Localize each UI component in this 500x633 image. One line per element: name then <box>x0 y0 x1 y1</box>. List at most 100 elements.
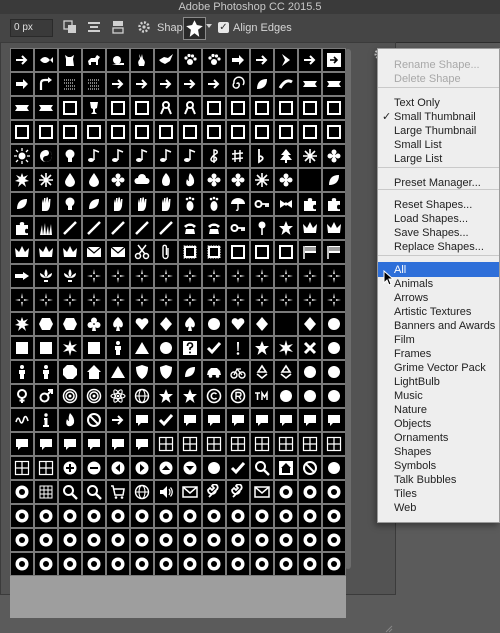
shape-thumbnail[interactable] <box>178 384 202 408</box>
shape-thumbnail[interactable] <box>106 504 130 528</box>
shape-thumbnail[interactable] <box>178 120 202 144</box>
shape-thumbnail[interactable] <box>106 384 130 408</box>
shape-thumbnail[interactable] <box>82 72 106 96</box>
shape-thumbnail[interactable] <box>82 528 106 552</box>
shape-thumbnail[interactable] <box>250 192 274 216</box>
shape-thumbnail[interactable] <box>178 264 202 288</box>
shape-thumbnail[interactable] <box>10 96 34 120</box>
shape-thumbnail[interactable] <box>58 408 82 432</box>
shape-thumbnail[interactable] <box>58 72 82 96</box>
shape-thumbnail[interactable] <box>34 216 58 240</box>
shape-thumbnail[interactable] <box>250 432 274 456</box>
shape-picker-button[interactable] <box>183 17 206 40</box>
shape-thumbnail[interactable] <box>226 240 250 264</box>
shape-thumbnail[interactable] <box>274 456 298 480</box>
menu-item-save-shapes[interactable]: Save Shapes... <box>394 226 469 240</box>
shape-thumbnail[interactable] <box>82 120 106 144</box>
shape-thumbnail[interactable] <box>154 504 178 528</box>
shape-thumbnail[interactable] <box>58 312 82 336</box>
menu-item-grime-vector-pack[interactable]: Grime Vector Pack <box>394 361 486 375</box>
shape-thumbnail[interactable] <box>10 144 34 168</box>
shape-thumbnail[interactable] <box>322 480 346 504</box>
shape-thumbnail[interactable] <box>178 168 202 192</box>
shape-thumbnail[interactable] <box>34 144 58 168</box>
shape-thumbnail[interactable] <box>226 192 250 216</box>
shape-thumbnail[interactable] <box>106 480 130 504</box>
shape-thumbnail[interactable] <box>298 528 322 552</box>
shape-thumbnail[interactable] <box>226 168 250 192</box>
shape-thumbnail[interactable] <box>178 456 202 480</box>
shape-thumbnail[interactable] <box>154 240 178 264</box>
menu-item-banners-and-awards[interactable]: Banners and Awards <box>394 319 495 333</box>
shape-thumbnail[interactable] <box>322 168 346 192</box>
shape-thumbnail[interactable] <box>274 312 298 336</box>
shape-thumbnail[interactable] <box>298 480 322 504</box>
shape-thumbnail[interactable] <box>322 312 346 336</box>
shape-thumbnail[interactable] <box>10 528 34 552</box>
shape-thumbnail[interactable] <box>154 528 178 552</box>
radius-field[interactable]: 0 px <box>10 19 53 37</box>
shape-thumbnail[interactable] <box>178 360 202 384</box>
shape-thumbnail[interactable] <box>34 240 58 264</box>
shape-thumbnail[interactable] <box>202 216 226 240</box>
path-align-icon[interactable] <box>86 19 102 35</box>
shape-thumbnail[interactable] <box>10 240 34 264</box>
shape-thumbnail[interactable] <box>130 336 154 360</box>
shape-thumbnail[interactable] <box>130 120 154 144</box>
shape-thumbnail[interactable] <box>106 312 130 336</box>
shape-thumbnail[interactable] <box>322 504 346 528</box>
shape-thumbnail[interactable] <box>58 168 82 192</box>
shape-thumbnail[interactable] <box>82 96 106 120</box>
shape-thumbnail[interactable] <box>178 504 202 528</box>
shape-thumbnail[interactable] <box>82 216 106 240</box>
shape-thumbnail[interactable] <box>130 216 154 240</box>
shape-thumbnail[interactable] <box>106 264 130 288</box>
shape-thumbnail[interactable] <box>154 144 178 168</box>
shape-thumbnail[interactable] <box>130 384 154 408</box>
shape-thumbnail[interactable] <box>250 408 274 432</box>
shape-thumbnail[interactable] <box>250 528 274 552</box>
shape-thumbnail[interactable] <box>202 192 226 216</box>
shape-thumbnail[interactable] <box>130 456 154 480</box>
shape-thumbnail[interactable] <box>202 168 226 192</box>
shape-thumbnail[interactable] <box>10 336 34 360</box>
shape-thumbnail[interactable] <box>298 192 322 216</box>
shape-thumbnail[interactable] <box>130 528 154 552</box>
shape-thumbnail[interactable] <box>322 552 346 576</box>
shape-thumbnail[interactable] <box>250 48 274 72</box>
shape-thumbnail[interactable] <box>154 552 178 576</box>
shape-thumbnail[interactable] <box>10 120 34 144</box>
shape-thumbnail[interactable] <box>154 96 178 120</box>
shape-thumbnail[interactable] <box>34 336 58 360</box>
shape-thumbnail[interactable] <box>34 192 58 216</box>
menu-item-reset-shapes[interactable]: Reset Shapes... <box>394 198 472 212</box>
shape-thumbnail[interactable] <box>58 96 82 120</box>
shape-thumbnail[interactable] <box>178 552 202 576</box>
shape-thumbnail[interactable] <box>298 504 322 528</box>
shape-thumbnail[interactable] <box>154 480 178 504</box>
shape-thumbnail[interactable] <box>250 552 274 576</box>
shape-thumbnail[interactable] <box>178 96 202 120</box>
shape-thumbnail[interactable] <box>58 336 82 360</box>
shape-thumbnail[interactable] <box>250 72 274 96</box>
shape-thumbnail[interactable] <box>130 504 154 528</box>
shape-thumbnail[interactable] <box>226 360 250 384</box>
shape-thumbnail[interactable] <box>58 504 82 528</box>
menu-item-animals[interactable]: Animals <box>394 277 433 291</box>
shape-thumbnail[interactable] <box>202 48 226 72</box>
shape-thumbnail[interactable] <box>82 456 106 480</box>
shape-thumbnail[interactable] <box>82 168 106 192</box>
shape-thumbnail[interactable] <box>322 72 346 96</box>
shape-thumbnail[interactable] <box>298 120 322 144</box>
shape-thumbnail[interactable] <box>58 264 82 288</box>
shape-thumbnail[interactable] <box>250 264 274 288</box>
shape-thumbnail[interactable] <box>130 312 154 336</box>
shape-thumbnail[interactable] <box>298 456 322 480</box>
shape-thumbnail[interactable] <box>58 480 82 504</box>
shape-thumbnail[interactable] <box>202 240 226 264</box>
shape-thumbnail[interactable] <box>106 96 130 120</box>
shape-thumbnail[interactable] <box>322 192 346 216</box>
shape-thumbnail[interactable] <box>202 264 226 288</box>
shape-thumbnail[interactable] <box>250 240 274 264</box>
shape-thumbnail[interactable] <box>10 312 34 336</box>
